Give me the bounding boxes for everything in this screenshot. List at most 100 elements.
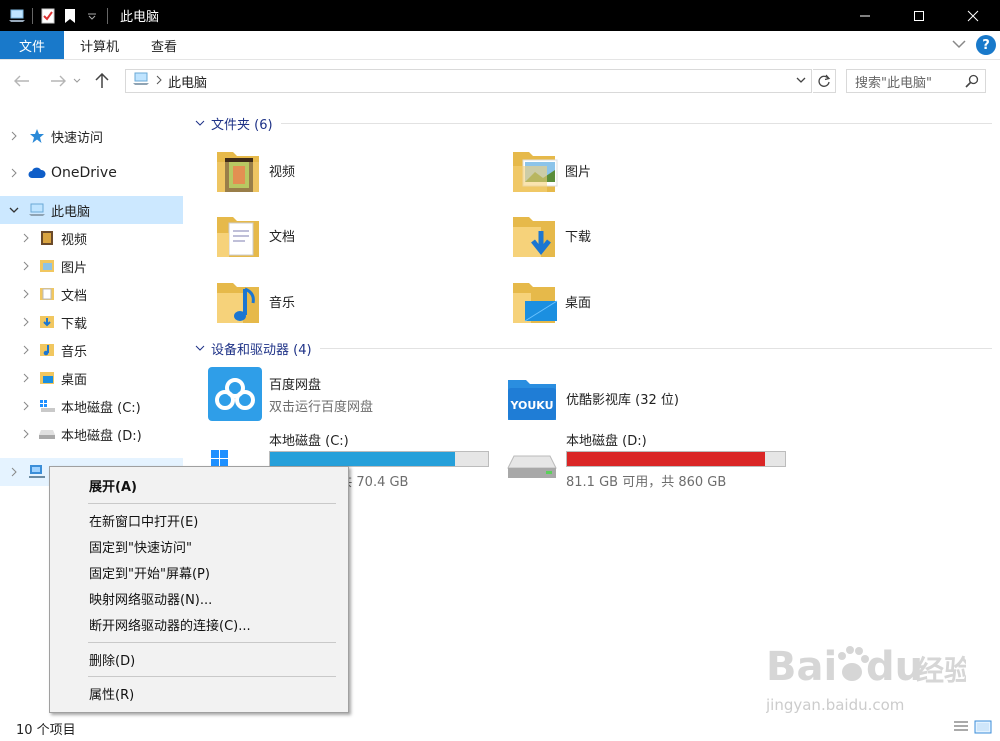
nav-label: 快速访问	[51, 130, 104, 146]
menu-item-pin-quick-access[interactable]: 固定到"快速访问"	[50, 533, 348, 559]
nav-label: 本地磁盘 (D:)	[61, 428, 142, 444]
nav-item-this-pc[interactable]: 此电脑	[0, 196, 183, 224]
svg-text:Bai: Bai	[766, 644, 837, 690]
device-drive-d[interactable]: 本地磁盘 (D:) 81.1 GB 可用，共 860 GB	[504, 430, 794, 490]
chevron-right-icon[interactable]	[8, 168, 20, 178]
group-title: 设备和驱动器 (4)	[211, 342, 312, 358]
maximize-button[interactable]	[892, 0, 946, 31]
nav-item-onedrive[interactable]: OneDrive	[0, 159, 183, 187]
system-drive-icon	[38, 397, 56, 415]
details-view-icon[interactable]	[952, 719, 970, 739]
documents-folder-icon	[38, 285, 56, 303]
up-button[interactable]	[90, 69, 114, 93]
help-icon[interactable]: ?	[976, 35, 996, 55]
folder-music[interactable]: 音乐	[215, 271, 495, 331]
nav-item-videos[interactable]: 视频	[0, 224, 183, 252]
item-count: 10 个项目	[16, 722, 76, 738]
menu-item-disconnect-network-drive[interactable]: 断开网络驱动器的连接(C)...	[50, 611, 348, 637]
downloads-folder-icon	[511, 209, 559, 261]
chevron-right-icon[interactable]	[20, 401, 32, 411]
address-history-dropdown-icon[interactable]	[795, 73, 807, 91]
group-divider	[319, 347, 992, 349]
chevron-right-icon[interactable]	[8, 467, 20, 477]
nav-item-pictures[interactable]: 图片	[0, 252, 183, 280]
menu-item-open-new-window[interactable]: 在新窗口中打开(E)	[50, 507, 348, 533]
device-name: 优酷影视库 (32 位)	[566, 392, 679, 408]
menu-item-map-network-drive[interactable]: 映射网络驱动器(N)...	[50, 585, 348, 611]
folder-downloads[interactable]: 下载	[511, 205, 791, 265]
documents-folder-icon	[215, 209, 263, 261]
menu-separator	[88, 676, 336, 677]
group-header-folders[interactable]: 文件夹 (6)	[191, 111, 996, 135]
chevron-right-icon[interactable]	[20, 289, 32, 299]
device-youku[interactable]: YOUKU 优酷影视库 (32 位)	[504, 370, 794, 426]
chevron-right-icon[interactable]	[20, 233, 32, 243]
back-button[interactable]	[10, 69, 34, 93]
nav-item-music[interactable]: 音乐	[0, 336, 183, 364]
customize-toolbar-dropdown-icon[interactable]	[81, 5, 103, 27]
tab-file[interactable]: 文件	[0, 31, 64, 59]
svg-text:jingyan.baidu.com: jingyan.baidu.com	[766, 696, 904, 714]
nav-label: 桌面	[61, 372, 88, 388]
forward-button[interactable]	[46, 69, 70, 93]
group-header-devices[interactable]: 设备和驱动器 (4)	[191, 336, 996, 360]
this-pc-icon	[28, 201, 46, 219]
menu-item-delete[interactable]: 删除(D)	[50, 646, 348, 672]
large-icons-view-icon[interactable]	[974, 719, 992, 739]
nav-item-quick-access[interactable]: 快速访问	[0, 122, 183, 150]
navigation-bar: 此电脑 搜索"此电脑"	[0, 61, 1000, 101]
search-icon[interactable]	[965, 74, 979, 92]
chevron-right-icon[interactable]	[20, 373, 32, 383]
nav-label: OneDrive	[51, 165, 117, 181]
address-bar[interactable]: 此电脑	[125, 69, 812, 93]
folder-name: 音乐	[269, 295, 296, 311]
folder-documents[interactable]: 文档	[215, 205, 495, 265]
baidu-jingyan-watermark: Bai du 经验 jingyan.baidu.com	[765, 630, 972, 720]
minimize-button[interactable]	[838, 0, 892, 31]
expand-ribbon-chevron-icon[interactable]	[952, 38, 966, 53]
menu-item-expand[interactable]: 展开(A)	[50, 472, 348, 498]
nav-label: 下载	[61, 316, 88, 332]
pictures-folder-icon	[38, 257, 56, 275]
nav-label: 音乐	[61, 344, 88, 360]
chevron-down-icon[interactable]	[191, 345, 209, 351]
new-folder-icon[interactable]	[59, 5, 81, 27]
chevron-right-icon[interactable]	[20, 345, 32, 355]
folder-desktop[interactable]: 桌面	[511, 271, 791, 331]
chevron-right-icon[interactable]	[20, 261, 32, 271]
refresh-button[interactable]	[813, 69, 836, 93]
svg-text:du: du	[866, 644, 923, 690]
tab-view[interactable]: 查看	[135, 31, 193, 59]
nav-item-documents[interactable]: 文档	[0, 280, 183, 308]
nav-item-downloads[interactable]: 下载	[0, 308, 183, 336]
tab-computer[interactable]: 计算机	[64, 31, 135, 59]
chevron-right-icon[interactable]	[20, 317, 32, 327]
chevron-down-icon[interactable]	[191, 120, 209, 126]
toolbar-separator	[32, 7, 33, 24]
group-title: 文件夹 (6)	[211, 117, 273, 133]
recent-locations-dropdown-icon[interactable]	[70, 69, 84, 93]
menu-item-pin-start[interactable]: 固定到"开始"屏幕(P)	[50, 559, 348, 585]
search-input[interactable]: 搜索"此电脑"	[846, 69, 986, 93]
breadcrumb-this-pc[interactable]: 此电脑	[168, 72, 207, 91]
folder-name: 桌面	[565, 295, 592, 311]
folder-videos[interactable]: 视频	[215, 140, 495, 200]
this-pc-window-icon[interactable]	[6, 5, 28, 27]
close-button[interactable]	[946, 0, 1000, 31]
device-baidu-netdisk[interactable]: 百度网盘 双击运行百度网盘	[207, 366, 497, 422]
chevron-right-icon[interactable]	[20, 429, 32, 439]
chevron-right-icon[interactable]	[8, 131, 20, 141]
nav-item-desktop[interactable]: 桌面	[0, 364, 183, 392]
folder-name: 文档	[269, 229, 296, 245]
menu-item-properties[interactable]: 属性(R)	[50, 680, 348, 706]
chevron-down-icon[interactable]	[8, 207, 20, 213]
properties-icon[interactable]	[37, 5, 59, 27]
nav-label: 文档	[61, 288, 88, 304]
group-divider	[280, 122, 992, 124]
device-name: 百度网盘	[269, 377, 322, 393]
quick-access-toolbar	[0, 0, 112, 31]
nav-item-drive-d[interactable]: 本地磁盘 (D:)	[0, 420, 183, 448]
breadcrumb-chevron-icon[interactable]	[156, 74, 162, 89]
folder-pictures[interactable]: 图片	[511, 140, 791, 200]
nav-item-drive-c[interactable]: 本地磁盘 (C:)	[0, 392, 183, 420]
